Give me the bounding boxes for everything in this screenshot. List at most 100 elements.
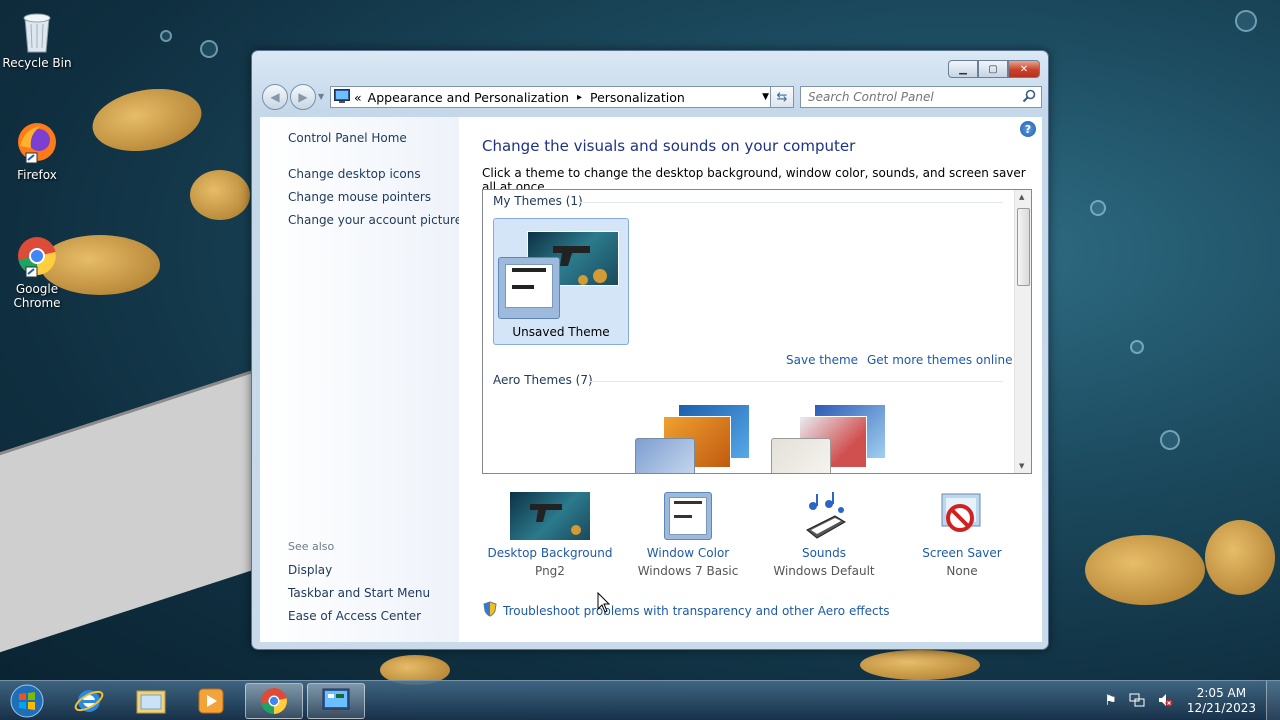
aero-theme-architecture[interactable]: [769, 402, 894, 473]
taskbar-control-panel[interactable]: [307, 683, 365, 719]
breadcrumb-separator-icon[interactable]: ▸: [577, 92, 582, 103]
wallpaper-fish: [87, 80, 207, 160]
recent-pages-dropdown[interactable]: ▼: [318, 92, 324, 101]
search-icon[interactable]: [1022, 89, 1036, 106]
taskbar-media-player[interactable]: [182, 683, 240, 719]
desktop-icon-label: Recycle Bin: [2, 56, 72, 70]
themes-list[interactable]: My Themes (1) Unsaved Theme Save theme G…: [482, 189, 1032, 474]
page-title: Change the visuals and sounds on your co…: [482, 137, 856, 155]
address-dropdown-icon[interactable]: ▼: [762, 92, 769, 102]
change-account-picture-link[interactable]: Change your account picture: [288, 213, 462, 227]
back-button[interactable]: ◀: [262, 84, 288, 110]
save-theme-link[interactable]: Save theme: [786, 353, 858, 367]
taskbar-start-menu-link[interactable]: Taskbar and Start Menu: [288, 586, 430, 600]
troubleshoot-row: Troubleshoot problems with transparency …: [483, 601, 890, 620]
screen-saver-setting[interactable]: Screen Saver None: [897, 492, 1027, 578]
breadcrumb-overflow[interactable]: «: [354, 90, 362, 105]
theme-window-preview: [635, 438, 695, 473]
forward-arrow-icon: ▶: [298, 90, 308, 104]
scroll-down-icon[interactable]: ▼: [1019, 462, 1024, 470]
network-icon[interactable]: [1129, 692, 1145, 711]
action-center-flag-icon[interactable]: ⚑: [1104, 693, 1117, 709]
wallpaper-bubble: [200, 40, 218, 58]
taskbar-google-chrome[interactable]: [245, 683, 303, 719]
see-also-heading: See also: [288, 540, 335, 553]
search-box[interactable]: [800, 86, 1042, 108]
maximize-icon: ▢: [988, 63, 998, 75]
desktop-icon-google-chrome[interactable]: Google Chrome: [2, 234, 72, 310]
taskbar-windows-explorer[interactable]: [122, 683, 180, 719]
taskbar-internet-explorer[interactable]: [60, 683, 118, 719]
aero-theme-windows7[interactable]: [633, 402, 758, 473]
clock-date: 12/21/2023: [1186, 701, 1256, 715]
desktop-icon-firefox[interactable]: Firefox: [2, 120, 72, 182]
control-panel-icon: [322, 688, 350, 713]
desktop-icon-recycle-bin[interactable]: Recycle Bin: [2, 8, 72, 70]
window-color-setting[interactable]: Window Color Windows 7 Basic: [623, 492, 753, 578]
sounds-label: Sounds: [801, 546, 847, 560]
wallpaper-fish: [190, 170, 250, 220]
troubleshoot-transparency-link[interactable]: Troubleshoot problems with transparency …: [503, 604, 890, 618]
navigation-bar: ◀ ▶ ▼ « Appearance and Personalization ▸…: [260, 84, 1042, 110]
display-link[interactable]: Display: [288, 563, 332, 577]
mouse-cursor-icon: [597, 592, 611, 613]
search-input[interactable]: [808, 90, 1008, 104]
desktop-icon-label: Firefox: [17, 168, 57, 182]
chrome-icon: [261, 688, 287, 714]
address-bar[interactable]: « Appearance and Personalization ▸ Perso…: [330, 86, 776, 108]
clock[interactable]: 2:05 AM 12/21/2023: [1187, 686, 1256, 716]
aero-themes-heading[interactable]: Aero Themes (7): [493, 373, 593, 387]
windows-orb-icon: [10, 684, 44, 718]
group-divider: [589, 381, 1003, 382]
sounds-value: Windows Default: [773, 564, 875, 578]
maximize-button[interactable]: ▢: [978, 60, 1008, 78]
system-tray: ⚑ 2:05 AM 12/21/2023: [1098, 681, 1280, 720]
ease-of-access-center-link[interactable]: Ease of Access Center: [288, 609, 421, 623]
unsaved-theme-tile[interactable]: Unsaved Theme: [493, 218, 629, 345]
my-themes-heading[interactable]: My Themes (1): [493, 194, 583, 208]
shield-icon: [483, 601, 497, 620]
firefox-icon: [15, 120, 59, 164]
breadcrumb-appearance[interactable]: Appearance and Personalization: [368, 90, 569, 105]
help-icon[interactable]: ?: [1020, 121, 1036, 137]
refresh-button[interactable]: ⇆: [770, 86, 794, 108]
change-mouse-pointers-link[interactable]: Change mouse pointers: [288, 190, 431, 204]
desktop-background-label: Desktop Background: [487, 546, 613, 560]
internet-explorer-icon: [74, 690, 104, 712]
wallpaper-rock: [0, 367, 260, 653]
forward-button[interactable]: ▶: [290, 84, 316, 110]
folder-icon: [136, 690, 166, 714]
sounds-setting[interactable]: Sounds Windows Default: [759, 492, 889, 578]
start-button[interactable]: [0, 683, 54, 719]
theme-window-color-preview: [498, 257, 560, 319]
themes-scrollbar[interactable]: ▲ ▼: [1014, 190, 1031, 473]
desktop-background-icon: [510, 492, 590, 540]
wallpaper-bubble: [1090, 200, 1106, 216]
get-more-themes-link[interactable]: Get more themes online: [867, 353, 1013, 367]
control-panel-home-link[interactable]: Control Panel Home: [288, 131, 407, 145]
minimize-button[interactable]: ▁: [948, 60, 978, 78]
breadcrumb-personalization[interactable]: Personalization: [590, 90, 685, 105]
unsaved-theme-label: Unsaved Theme: [512, 325, 610, 339]
close-button[interactable]: ✕: [1008, 60, 1040, 78]
wallpaper-bubble: [1160, 430, 1180, 450]
change-desktop-icons-link[interactable]: Change desktop icons: [288, 167, 421, 181]
scroll-up-icon[interactable]: ▲: [1019, 193, 1024, 201]
refresh-icon: ⇆: [776, 89, 788, 105]
volume-muted-icon[interactable]: [1157, 692, 1173, 711]
preview-line: [512, 268, 546, 272]
wallpaper-bubble: [160, 30, 172, 42]
back-arrow-icon: ◀: [270, 90, 280, 104]
show-desktop-button[interactable]: [1266, 681, 1280, 720]
screen-saver-value: None: [946, 564, 978, 578]
sounds-icon: [799, 492, 849, 540]
desktop-background-value: Png2: [535, 564, 565, 578]
theme-window-preview: [771, 438, 831, 473]
wallpaper-fish: [1205, 520, 1275, 595]
preview-window: [505, 264, 553, 308]
scrollbar-thumb[interactable]: [1017, 208, 1030, 286]
chrome-icon: [15, 234, 59, 278]
desktop-background-setting[interactable]: Desktop Background Png2: [485, 492, 615, 578]
screen-saver-label: Screen Saver: [922, 546, 1002, 560]
close-icon: ✕: [1019, 63, 1029, 75]
